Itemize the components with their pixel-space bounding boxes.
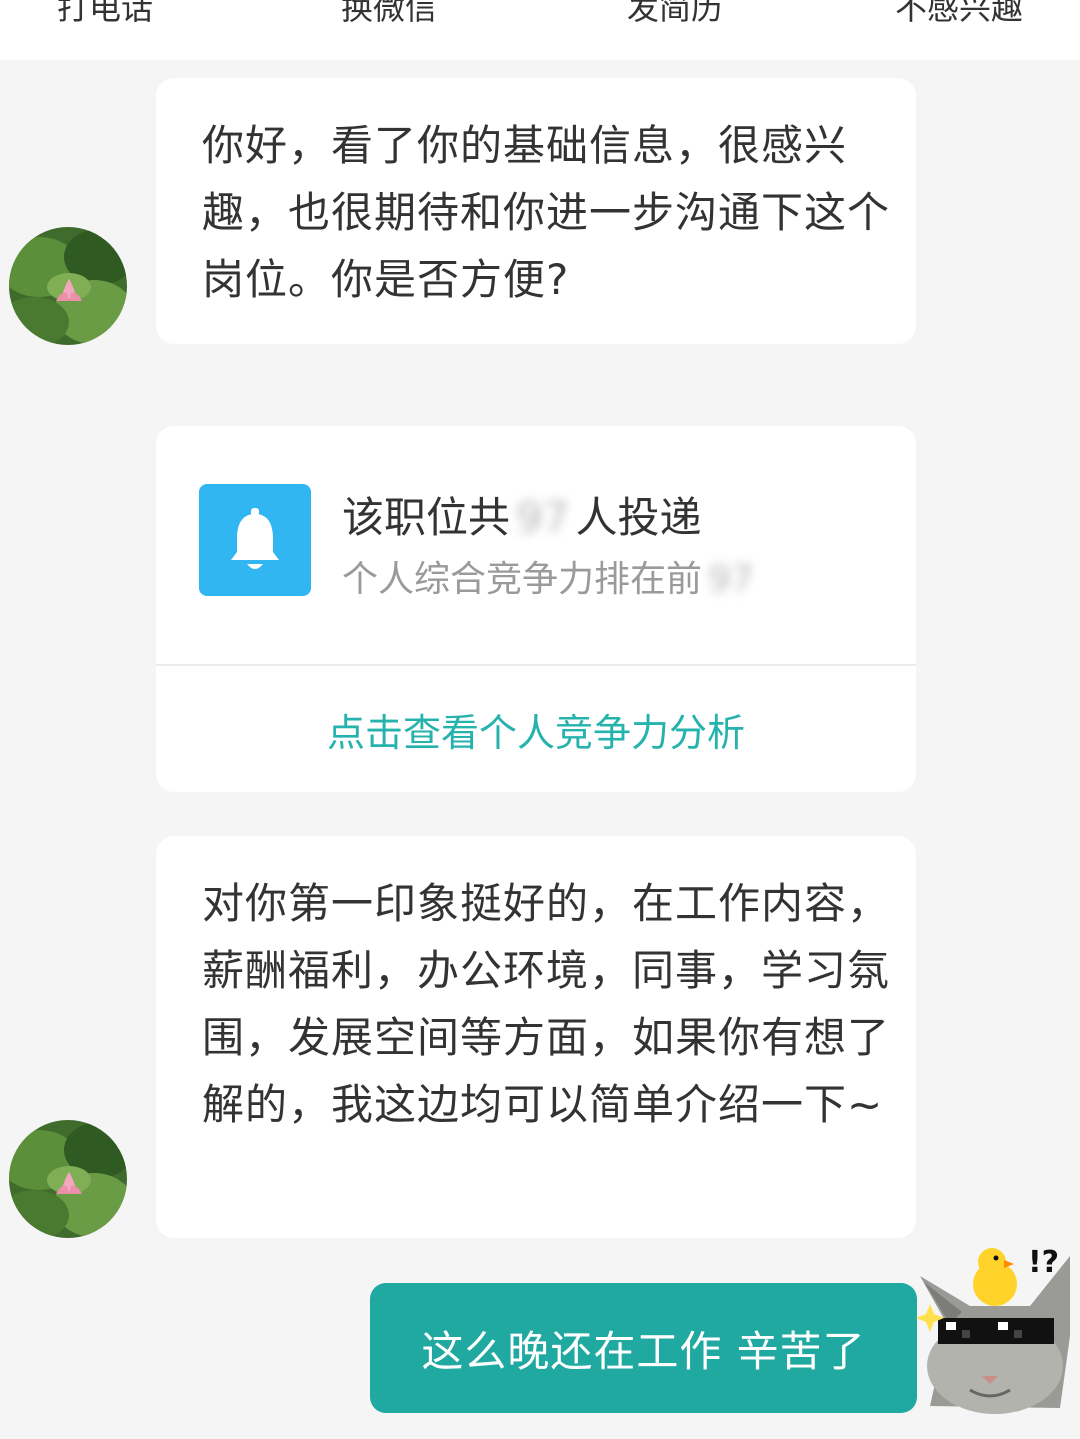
not-interested-button[interactable]: 不感兴趣	[895, 0, 1023, 30]
rank-value: 97	[708, 559, 754, 600]
rank-prefix: 个人综合竞争力排在前	[342, 559, 703, 600]
applicant-count-title: 该职位共 97 人投递	[342, 492, 701, 544]
title-suffix: 人投递	[575, 493, 702, 542]
exchange-wechat-button[interactable]: 换微信	[341, 0, 437, 30]
competitiveness-analysis-link[interactable]: 点击查看个人竞争力分析	[156, 666, 916, 792]
notification-badge	[199, 484, 311, 596]
cat-sticker-image: !?	[916, 1245, 1070, 1414]
message-text: 你好，看了你的基础信息，很感兴趣，也很期待和你进一步沟通下这个岗位。你是否方便?	[202, 121, 891, 304]
applicant-count: 97	[516, 493, 570, 542]
recruiter-message-bubble: 对你第一印象挺好的，在工作内容，薪酬福利，办公环境，同事，学习氛围，发展空间等方…	[156, 836, 916, 1238]
title-prefix: 该职位共	[342, 493, 511, 542]
recruiter-message-bubble: 你好，看了你的基础信息，很感兴趣，也很期待和你进一步沟通下这个岗位。你是否方便?	[156, 78, 916, 344]
my-avatar[interactable]: !?	[910, 1236, 1080, 1416]
lotus-avatar-image	[9, 227, 127, 345]
competition-card[interactable]: 该职位共 97 人投递 个人综合竞争力排在前 97 点击查看个人竞争力分析	[156, 426, 916, 792]
svg-text:!?: !?	[1028, 1245, 1059, 1280]
my-message-bubble: 这么晚还在工作 辛苦了	[370, 1283, 917, 1413]
send-resume-button[interactable]: 发简历	[627, 0, 723, 30]
rank-subtitle: 个人综合竞争力排在前 97	[342, 556, 760, 604]
lotus-avatar-image	[9, 1120, 127, 1238]
message-text: 对你第一印象挺好的，在工作内容，薪酬福利，办公环境，同事，学习氛围，发展空间等方…	[202, 879, 891, 1129]
my-message-text: 这么晚还在工作 辛苦了	[421, 1326, 866, 1376]
call-button[interactable]: 打电话	[57, 0, 153, 30]
bell-icon	[231, 508, 279, 569]
recruiter-avatar[interactable]	[9, 1120, 127, 1238]
recruiter-avatar[interactable]	[9, 227, 127, 345]
top-action-bar: 打电话 换微信 发简历 不感兴趣	[0, 0, 1080, 60]
